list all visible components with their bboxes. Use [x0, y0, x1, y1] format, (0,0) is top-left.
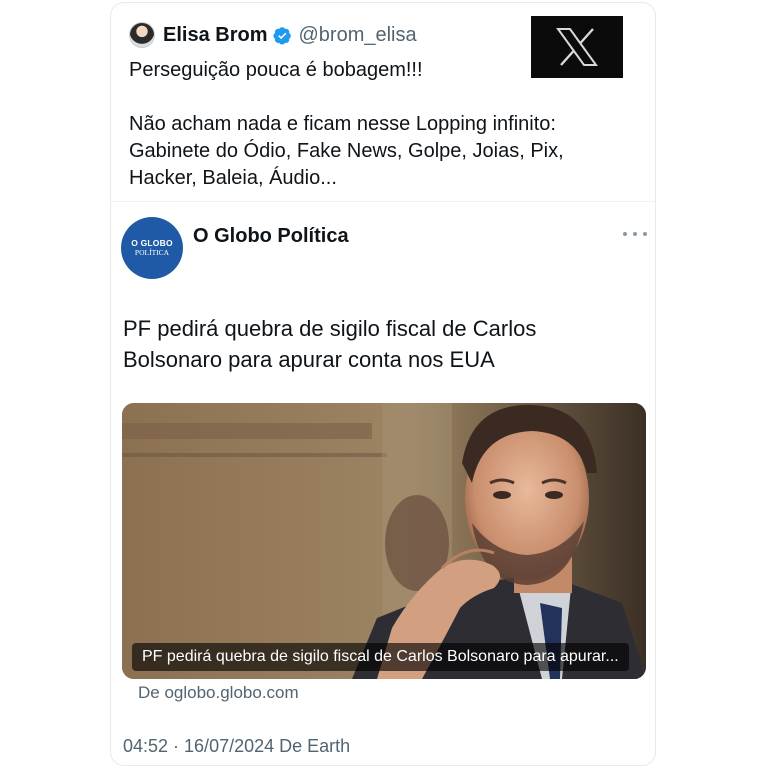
- quoted-post-line: Bolsonaro para apurar conta nos EUA: [123, 347, 495, 372]
- tweet-text-line: Gabinete do Ódio, Fake News, Golpe, Joia…: [129, 140, 564, 162]
- tweet-text-line: Perseguição pouca é bobagem!!!: [129, 59, 423, 81]
- more-options-icon[interactable]: [623, 227, 647, 241]
- globo-logo-subtext: POLÍTICA: [134, 248, 170, 257]
- source-link[interactable]: De oglobo.globo.com: [138, 683, 299, 703]
- quoted-post-header: O GLOBO POLÍTICA O Globo Política: [121, 217, 647, 281]
- quoted-account-name[interactable]: O Globo Política: [193, 225, 349, 248]
- author-avatar[interactable]: [129, 22, 155, 48]
- link-card-image[interactable]: PF pedirá quebra de sigilo fiscal de Car…: [122, 403, 646, 679]
- globo-logo-text: O GLOBO: [131, 238, 173, 248]
- tweet-text-line: Hacker, Baleia, Áudio...: [129, 167, 337, 189]
- news-photo: [122, 403, 646, 679]
- quoted-post-text: PF pedirá quebra de sigilo fiscal de Car…: [123, 313, 623, 375]
- link-card-caption: PF pedirá quebra de sigilo fiscal de Car…: [132, 643, 629, 671]
- divider: [111, 201, 655, 202]
- tweet-text: Perseguição pouca é bobagem!!! Não acham…: [129, 57, 629, 192]
- post-timestamp[interactable]: 04:52 · 16/07/2024 De Earth: [123, 736, 350, 757]
- globo-avatar[interactable]: O GLOBO POLÍTICA: [121, 217, 183, 279]
- quoted-post-line: PF pedirá quebra de sigilo fiscal de Car…: [123, 316, 537, 341]
- author-handle[interactable]: @brom_elisa: [298, 24, 416, 47]
- verified-badge-icon: [273, 26, 292, 45]
- tweet-text-line: Não acham nada e ficam nesse Lopping inf…: [129, 113, 556, 135]
- author-name[interactable]: Elisa Brom: [163, 24, 267, 47]
- tweet-card[interactable]: Elisa Brom @brom_elisa Perseguição pouca…: [110, 2, 656, 766]
- tweet-header: Elisa Brom @brom_elisa: [129, 20, 417, 50]
